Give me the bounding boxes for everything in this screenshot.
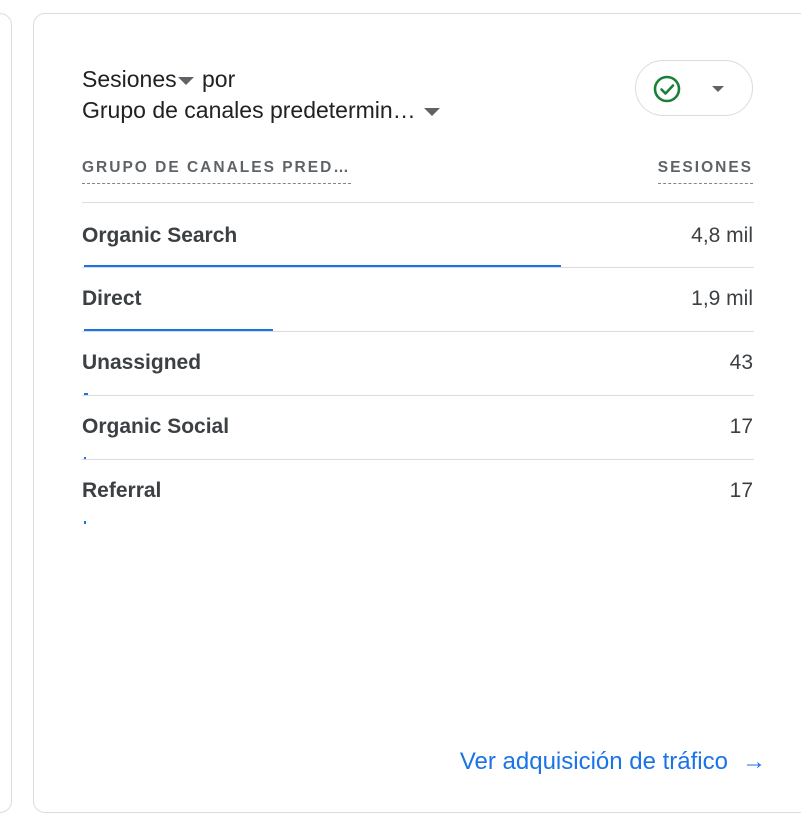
column-header-sessions[interactable]: SESIONES xyxy=(657,156,753,184)
title-line-metric: Sesiones por xyxy=(82,64,442,95)
dimension-label: Grupo de canales predetermin… xyxy=(82,97,416,123)
comparison-chip-button[interactable] xyxy=(635,60,753,116)
chevron-down-icon xyxy=(712,86,724,92)
metric-selector[interactable]: Sesiones xyxy=(82,66,202,92)
dimension-selector[interactable]: Grupo de canales predetermin… xyxy=(82,95,442,126)
arrow-right-icon: → xyxy=(742,748,766,775)
header-divider xyxy=(82,202,754,203)
row-label: Unassigned xyxy=(82,351,202,374)
row-value: 43 xyxy=(729,351,753,374)
row-value: 1,9 mil xyxy=(691,287,753,310)
dimension-dropdown-icon xyxy=(423,107,440,116)
row-divider xyxy=(82,395,754,396)
row-bar xyxy=(84,521,86,524)
by-label: por xyxy=(202,66,236,92)
footer-link-label: Ver adquisición de tráfico xyxy=(459,748,728,775)
metric-dropdown-icon xyxy=(177,76,194,85)
row-label: Organic Search xyxy=(82,224,238,247)
row-divider xyxy=(82,331,754,332)
row-label: Direct xyxy=(82,287,142,310)
column-header-dimension[interactable]: GRUPO DE CANALES PRED… xyxy=(82,156,351,184)
view-traffic-acquisition-link[interactable]: Ver adquisición de tráfico → xyxy=(460,746,766,778)
row-divider xyxy=(82,267,754,268)
adjacent-card-edge xyxy=(0,13,12,813)
row-label: Referral xyxy=(82,479,162,502)
check-circle-icon xyxy=(653,75,681,103)
row-value: 17 xyxy=(729,415,753,438)
metric-label: Sesiones xyxy=(82,66,177,92)
row-value: 17 xyxy=(729,479,753,502)
row-value: 4,8 mil xyxy=(691,224,753,247)
row-divider xyxy=(82,459,754,460)
row-label: Organic Social xyxy=(82,415,230,438)
card-title: Sesiones por Grupo de canales predetermi… xyxy=(82,64,442,126)
